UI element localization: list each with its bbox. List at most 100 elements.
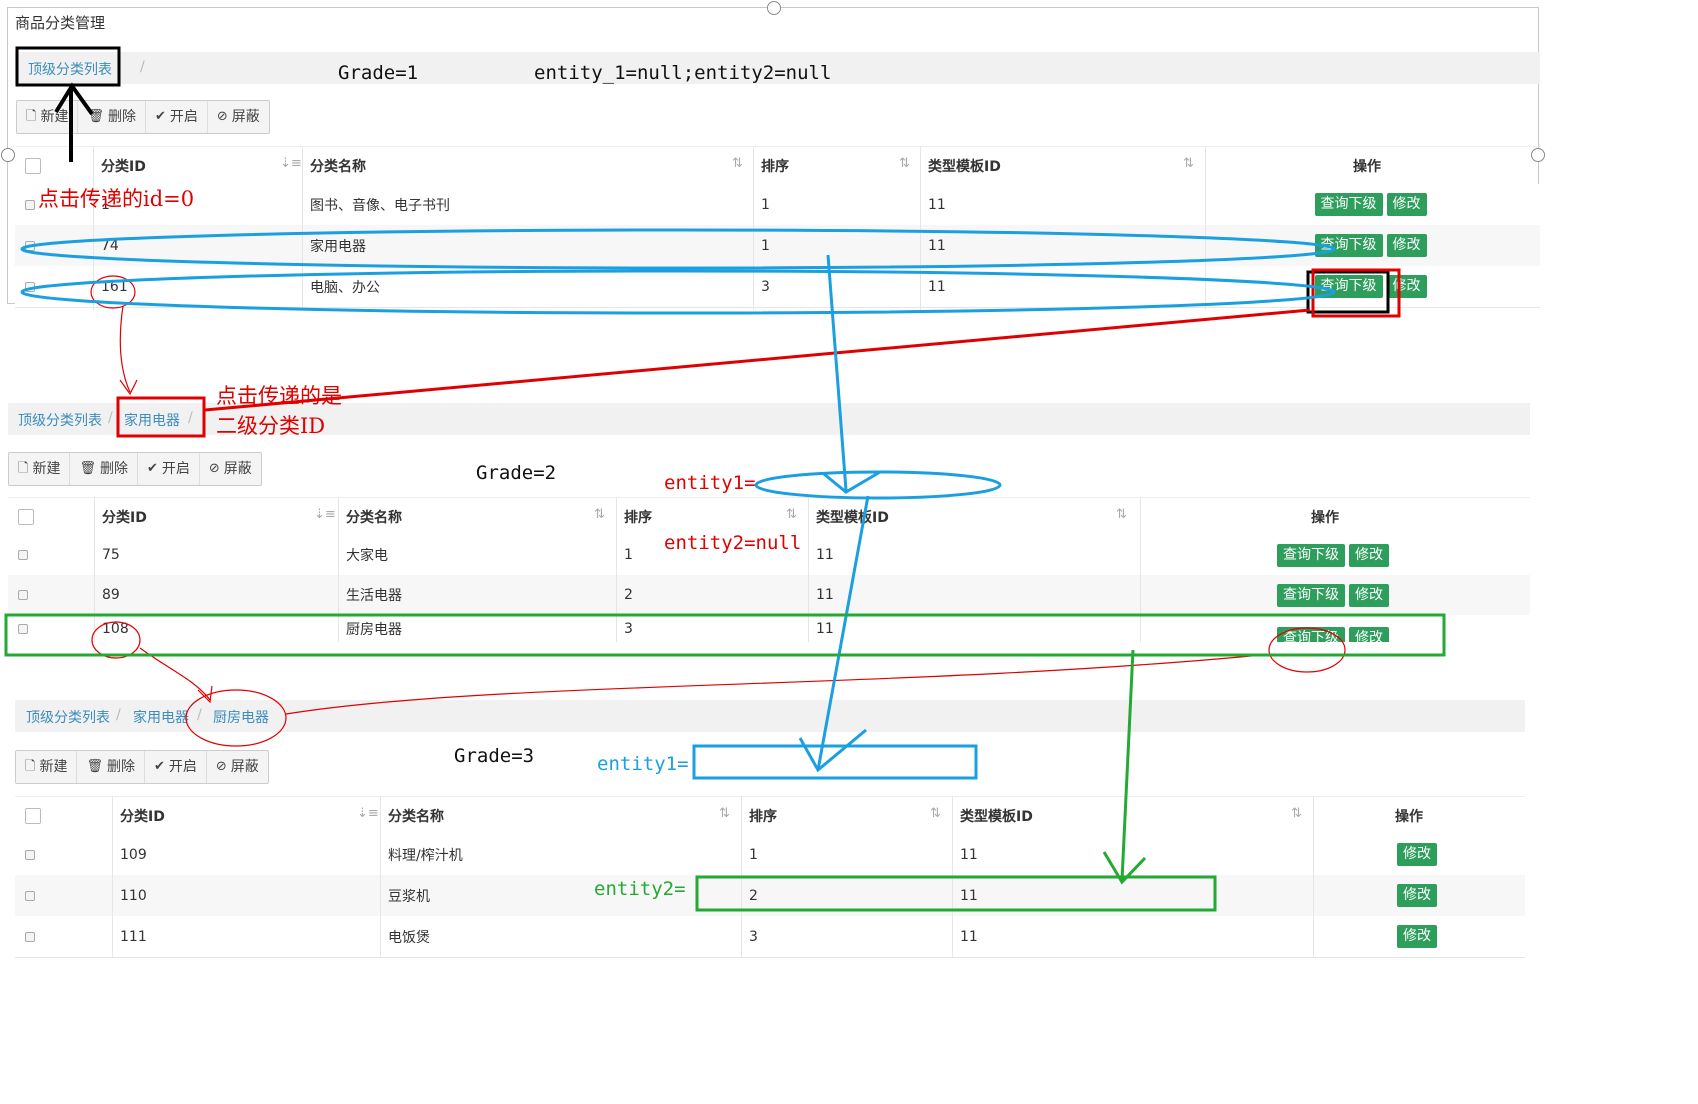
breadcrumb-separator: / xyxy=(140,59,145,75)
toolbar: 🗋 新建 🗑 删除 ✔ 开启 ⊘ 屏蔽 xyxy=(8,452,262,486)
row-checkbox[interactable] xyxy=(25,931,35,942)
edit-button[interactable]: 修改 xyxy=(1397,925,1437,948)
cell-ops: 查询下级 修改 xyxy=(1140,535,1530,575)
column-header-sort[interactable]: 排序 xyxy=(741,797,777,835)
new-button[interactable]: 🗋 新建 xyxy=(9,453,71,485)
breadcrumb-link-top[interactable]: 顶级分类列表 xyxy=(18,410,102,430)
column-header-id[interactable]: 分类ID xyxy=(94,498,147,536)
query-child-button[interactable]: 查询下级 xyxy=(1314,275,1383,298)
row-checkbox[interactable] xyxy=(25,890,35,901)
breadcrumb-link-top[interactable]: 顶级分类列表 xyxy=(28,59,112,79)
select-all-checkbox[interactable] xyxy=(25,808,41,824)
table-row[interactable]: 1 图书、音像、电子书刊 1 11 查询下级 修改 xyxy=(15,184,1540,226)
column-header-template[interactable]: 类型模板ID xyxy=(920,147,1001,185)
sort-icon[interactable]: ⇅ xyxy=(1291,806,1302,821)
cell-template: 11 xyxy=(960,928,978,945)
breadcrumb-link-level2[interactable]: 家用电器 xyxy=(124,410,180,430)
red-connector-line xyxy=(204,308,1311,412)
query-child-button[interactable]: 查询下级 xyxy=(1277,543,1345,567)
cell-template: 11 xyxy=(928,196,946,213)
query-child-button[interactable]: 查询下级 xyxy=(1314,234,1383,257)
edit-button[interactable]: 修改 xyxy=(1386,234,1427,257)
breadcrumb-link-top[interactable]: 顶级分类列表 xyxy=(26,707,110,727)
column-header-template[interactable]: 类型模板ID xyxy=(952,797,1033,835)
enable-button[interactable]: ✔ 开启 xyxy=(146,101,208,133)
delete-button[interactable]: 🗑 删除 xyxy=(77,751,145,783)
cell-ops: 查询下级 修改 xyxy=(1140,575,1530,615)
new-button[interactable]: 🗋 新建 xyxy=(16,751,78,783)
row-checkbox[interactable] xyxy=(18,590,28,600)
row-checkbox[interactable] xyxy=(18,623,28,634)
row-checkbox[interactable] xyxy=(25,281,35,292)
category-table: 分类ID 分类名称 排序 类型模板ID 操作 ⇣≡ ⇅ ⇅ ⇅ 75 大家电 1… xyxy=(8,497,1530,642)
resize-handle[interactable] xyxy=(1,148,15,162)
query-child-button[interactable]: 查询下级 xyxy=(1277,583,1345,607)
annotation-entity2-b: entity2= xyxy=(594,878,686,900)
query-child-button[interactable]: 查询下级 xyxy=(1277,627,1345,642)
row-checkbox[interactable] xyxy=(18,550,28,560)
table-row[interactable]: 109 料理/榨汁机 1 11 修改 xyxy=(15,834,1525,876)
sort-icon[interactable]: ⇅ xyxy=(930,806,941,821)
edit-button[interactable]: 修改 xyxy=(1386,275,1427,298)
breadcrumb-link-level3[interactable]: 厨房电器 xyxy=(213,707,269,727)
block-button[interactable]: ⊘ 屏蔽 xyxy=(207,751,268,783)
select-all-checkbox[interactable] xyxy=(18,509,34,525)
column-header-name[interactable]: 分类名称 xyxy=(380,797,444,835)
sort-icon[interactable]: ⇅ xyxy=(719,806,730,821)
breadcrumb-link-level2[interactable]: 家用电器 xyxy=(133,707,189,727)
column-header-sort[interactable]: 排序 xyxy=(616,498,652,536)
column-header-template[interactable]: 类型模板ID xyxy=(808,498,889,536)
row-checkbox[interactable] xyxy=(25,849,35,860)
cell-ops: 查询下级 修改 xyxy=(1205,266,1540,307)
sort-icon[interactable]: ⇅ xyxy=(732,156,743,171)
resize-handle[interactable] xyxy=(767,1,781,15)
block-button[interactable]: ⊘ 屏蔽 xyxy=(200,453,261,485)
edit-button[interactable]: 修改 xyxy=(1349,543,1389,567)
row-checkbox[interactable] xyxy=(25,199,35,210)
cell-id: 109 xyxy=(120,846,147,863)
query-child-button[interactable]: 查询下级 xyxy=(1314,193,1383,216)
edit-button[interactable]: 修改 xyxy=(1397,843,1437,866)
column-header-id[interactable]: 分类ID xyxy=(93,147,146,185)
column-header-ops: 操作 xyxy=(1395,809,1423,825)
column-header-name[interactable]: 分类名称 xyxy=(338,498,402,536)
column-header-sort[interactable]: 排序 xyxy=(753,147,789,185)
enable-button[interactable]: ✔ 开启 xyxy=(138,453,200,485)
edit-button[interactable]: 修改 xyxy=(1349,627,1389,642)
delete-button[interactable]: 🗑 删除 xyxy=(78,101,146,133)
sort-icon[interactable]: ⇅ xyxy=(899,156,910,171)
table-row[interactable]: 74 家用电器 1 11 查询下级 修改 xyxy=(15,225,1540,267)
sort-desc-icon[interactable]: ⇣≡ xyxy=(357,806,379,821)
sort-desc-icon[interactable]: ⇣≡ xyxy=(280,156,302,171)
column-header-name[interactable]: 分类名称 xyxy=(302,147,366,185)
sort-icon[interactable]: ⇅ xyxy=(1116,507,1127,522)
table-row[interactable]: 89 生活电器 2 11 查询下级 修改 xyxy=(8,575,1530,616)
table-row[interactable]: 111 电饭煲 3 11 修改 xyxy=(15,916,1525,958)
red-arrow-161 xyxy=(119,305,131,393)
sort-icon[interactable]: ⇅ xyxy=(786,507,797,522)
annotation-click-id0: 点击传递的id=0 xyxy=(38,187,195,211)
cell-id: 75 xyxy=(102,547,120,563)
select-all-checkbox[interactable] xyxy=(25,158,41,174)
edit-button[interactable]: 修改 xyxy=(1397,884,1437,907)
table-row[interactable]: 161 电脑、办公 3 11 查询下级 修改 xyxy=(15,266,1540,308)
annotation-grade2: Grade=2 xyxy=(476,462,557,484)
edit-button[interactable]: 修改 xyxy=(1349,583,1389,607)
enable-button[interactable]: ✔ 开启 xyxy=(145,751,207,783)
edit-button[interactable]: 修改 xyxy=(1386,193,1427,216)
table-row[interactable]: 110 豆浆机 2 11 修改 xyxy=(15,875,1525,917)
cell-name: 图书、音像、电子书刊 xyxy=(310,197,450,214)
block-button[interactable]: ⊘ 屏蔽 xyxy=(208,101,269,133)
sort-desc-icon[interactable]: ⇣≡ xyxy=(314,507,336,522)
column-header-id[interactable]: 分类ID xyxy=(112,797,165,835)
blue-arrowhead-2 xyxy=(798,728,867,773)
delete-button[interactable]: 🗑 删除 xyxy=(70,453,138,485)
cell-ops: 查询下级 修改 xyxy=(1140,615,1530,642)
blue-ring-entity1 xyxy=(754,470,1002,500)
sort-icon[interactable]: ⇅ xyxy=(594,507,605,522)
table-row[interactable]: 108 厨房电器 3 11 查询下级 修改 xyxy=(8,615,1530,642)
new-button[interactable]: 🗋 新建 xyxy=(17,101,79,133)
sort-icon[interactable]: ⇅ xyxy=(1183,156,1194,171)
row-checkbox[interactable] xyxy=(25,240,35,251)
cell-name: 生活电器 xyxy=(346,588,402,604)
